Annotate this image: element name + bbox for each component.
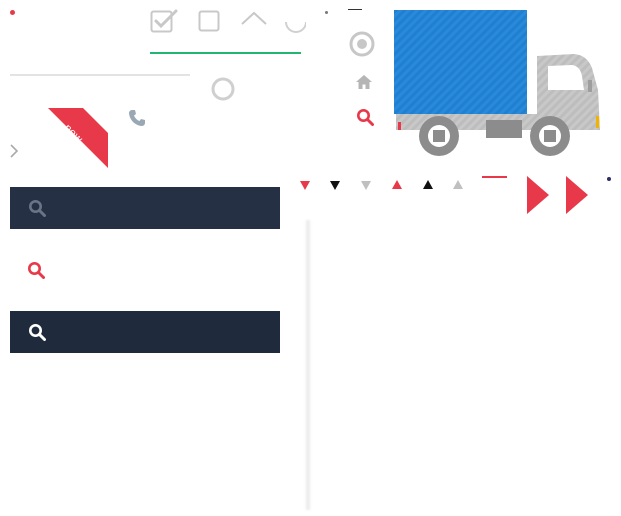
navy-dot (607, 177, 611, 181)
triangle-down-gray-icon (361, 177, 371, 195)
triangle-up-gray-icon (453, 176, 463, 194)
search-bar-dark-active[interactable] (10, 311, 280, 353)
search-bar-dark[interactable] (10, 187, 280, 229)
triangle-down-red-icon (300, 177, 310, 195)
active-tab-underline (150, 52, 301, 54)
radio-checked-icon[interactable] (348, 30, 376, 63)
search-icon[interactable] (27, 261, 45, 284)
dash-mark (348, 9, 362, 10)
radio-unchecked-icon[interactable] (210, 76, 236, 107)
home-icon[interactable] (355, 74, 373, 95)
triangle-up-red-icon (392, 176, 402, 194)
search-icon (28, 323, 46, 341)
play-arrow-icon[interactable] (527, 176, 549, 219)
new-badge-ribbon: new (48, 108, 108, 168)
checkbox-unchecked-icon[interactable] (198, 10, 220, 37)
search-icon (28, 199, 46, 217)
red-dash (482, 176, 507, 178)
divider-line (10, 74, 190, 76)
gray-dot (325, 11, 328, 14)
red-dot (10, 10, 15, 15)
radio-partial-icon[interactable] (284, 8, 307, 39)
chevron-up-icon[interactable] (240, 10, 268, 31)
triangle-up-black-icon (423, 176, 433, 194)
chevron-right-icon[interactable] (9, 143, 19, 164)
play-arrow-icon[interactable] (566, 176, 588, 219)
triangle-down-black-icon (330, 177, 340, 195)
truck-icon (392, 8, 607, 156)
panel-shadow-divider (305, 220, 311, 510)
checkbox-checked-icon[interactable] (150, 8, 178, 39)
search-icon[interactable] (356, 108, 374, 131)
phone-icon[interactable] (128, 109, 146, 132)
